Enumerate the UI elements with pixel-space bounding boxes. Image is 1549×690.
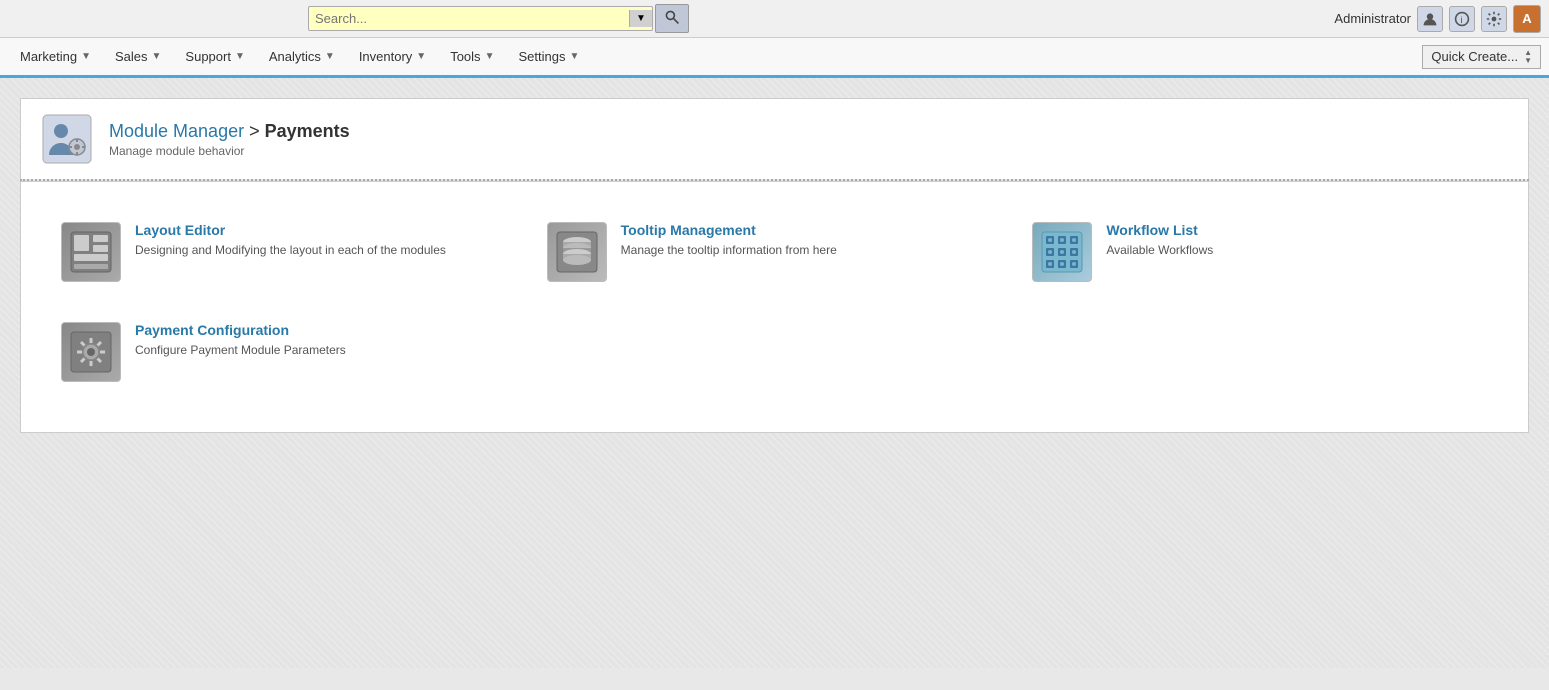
sidebar-item-marketing[interactable]: Marketing ▼ — [8, 41, 103, 72]
top-right-area: Administrator i A — [1334, 5, 1541, 33]
search-dropdown-button[interactable]: ▼ — [629, 10, 652, 27]
tooltip-management-title[interactable]: Tooltip Management — [621, 222, 837, 238]
layout-editor-desc: Designing and Modifying the layout in ea… — [135, 242, 446, 259]
sidebar-item-inventory[interactable]: Inventory ▼ — [347, 41, 438, 72]
search-input[interactable] — [309, 7, 629, 30]
module-item-tooltip-management: Tooltip Management Manage the tooltip in… — [537, 212, 1013, 292]
sidebar-item-settings[interactable]: Settings ▼ — [506, 41, 591, 72]
chevron-down-icon: ▼ — [416, 51, 426, 62]
quick-create-label: Quick Create... — [1431, 49, 1518, 64]
tooltip-management-text: Tooltip Management Manage the tooltip in… — [621, 222, 837, 259]
module-grid: Layout Editor Designing and Modifying th… — [51, 212, 1498, 392]
page-title: Module Manager > Payments — [109, 121, 350, 142]
chevron-down-icon: ▼ — [485, 51, 495, 62]
tooltip-management-desc: Manage the tooltip information from here — [621, 242, 837, 259]
top-bar: ▼ Administrator i — [0, 0, 1549, 38]
nav-bar: Marketing ▼ Sales ▼ Support ▼ Analytics … — [0, 38, 1549, 78]
search-input-wrapper: ▼ — [308, 6, 653, 31]
admin-label: Administrator — [1334, 11, 1411, 26]
tooltip-management-icon — [547, 222, 607, 282]
payment-configuration-icon — [61, 322, 121, 382]
workflow-list-text: Workflow List Available Workflows — [1106, 222, 1213, 259]
layout-editor-text: Layout Editor Designing and Modifying th… — [135, 222, 446, 259]
search-button[interactable] — [655, 4, 689, 33]
search-area: ▼ — [308, 4, 689, 33]
layout-editor-title[interactable]: Layout Editor — [135, 222, 446, 238]
svg-text:i: i — [1460, 15, 1462, 26]
module-item-layout-editor: Layout Editor Designing and Modifying th… — [51, 212, 527, 292]
chevron-down-icon: ▼ — [152, 51, 162, 62]
module-icon-svg — [41, 113, 93, 165]
workflow-list-title[interactable]: Workflow List — [1106, 222, 1213, 238]
gear-icon — [1486, 11, 1502, 27]
breadcrumb-current: Payments — [265, 121, 350, 141]
chevron-down-icon: ▼ — [325, 51, 335, 62]
workflow-list-desc: Available Workflows — [1106, 242, 1213, 259]
info-icon-button[interactable]: i — [1449, 6, 1475, 32]
payment-configuration-title[interactable]: Payment Configuration — [135, 322, 346, 338]
module-item-workflow-list: Workflow List Available Workflows — [1022, 212, 1498, 292]
module-manager-icon — [41, 113, 93, 165]
sidebar-item-analytics[interactable]: Analytics ▼ — [257, 41, 347, 72]
sidebar-item-support[interactable]: Support ▼ — [173, 41, 256, 72]
chevron-down-icon: ▼ — [81, 51, 91, 62]
sidebar-item-tools[interactable]: Tools ▼ — [438, 41, 506, 72]
content-box: Layout Editor Designing and Modifying th… — [20, 181, 1529, 433]
search-icon — [664, 9, 680, 25]
chevron-down-icon: ▼ — [235, 51, 245, 62]
settings-icon-button[interactable] — [1481, 6, 1507, 32]
user-icon — [1422, 11, 1438, 27]
chevron-down-icon: ▼ — [569, 51, 579, 62]
page-subtitle: Manage module behavior — [109, 144, 350, 158]
spinner-down-icon: ▼ — [1524, 57, 1532, 65]
quick-create-button[interactable]: Quick Create... ▲ ▼ — [1422, 45, 1541, 69]
workflow-list-icon — [1032, 222, 1092, 282]
user-avatar-button[interactable]: A — [1513, 5, 1541, 33]
page-header: Module Manager > Payments Manage module … — [20, 98, 1529, 179]
payment-configuration-desc: Configure Payment Module Parameters — [135, 342, 346, 359]
info-icon: i — [1454, 11, 1470, 27]
main-area: Module Manager > Payments Manage module … — [0, 78, 1549, 668]
avatar-initial: A — [1522, 11, 1531, 26]
breadcrumb-link[interactable]: Module Manager — [109, 121, 244, 141]
module-item-payment-configuration: Payment Configuration Configure Payment … — [51, 312, 527, 392]
page-header-text: Module Manager > Payments Manage module … — [109, 121, 350, 158]
user-icon-button[interactable] — [1417, 6, 1443, 32]
sidebar-item-sales[interactable]: Sales ▼ — [103, 41, 173, 72]
payment-configuration-text: Payment Configuration Configure Payment … — [135, 322, 346, 359]
layout-editor-icon — [61, 222, 121, 282]
